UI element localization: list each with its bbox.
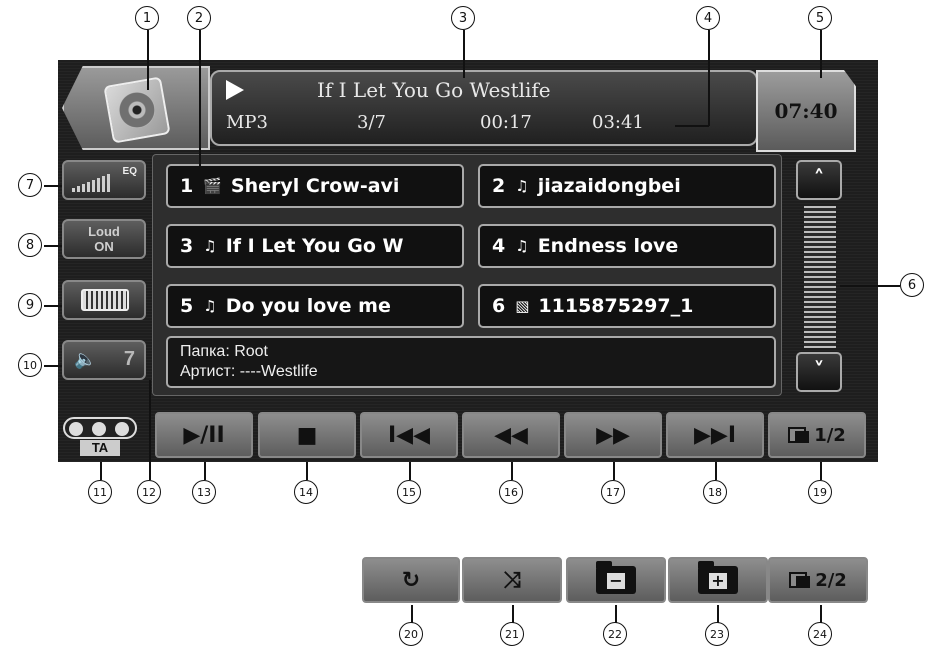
track-name: jiazaidongbei <box>537 175 681 197</box>
speaker-icon: 🔈 <box>74 349 97 370</box>
track-name: Do you love me <box>225 295 391 317</box>
callout-6: 6 <box>900 273 924 297</box>
callout-22: 22 <box>603 622 627 646</box>
clock-display[interactable]: 07:40 <box>756 70 856 152</box>
track-details: Папка: Root Артист: ----Westlife <box>166 336 776 388</box>
disc-icon <box>103 76 171 144</box>
eq-label: EQ <box>122 166 137 177</box>
callout-8: 8 <box>18 233 42 257</box>
pages-icon <box>788 427 810 443</box>
folder-minus-icon: − <box>596 561 636 594</box>
callout-9: 9 <box>18 293 42 317</box>
folder-info: Папка: Root <box>180 343 268 360</box>
now-playing-title: If I Let You Go Westlife <box>317 78 551 102</box>
volume-button[interactable]: 🔈 7 <box>62 340 146 380</box>
image-file-icon: ▧ <box>515 297 530 315</box>
loud-label: Loud <box>88 224 120 239</box>
next-track-button[interactable]: ▶▶I <box>666 412 764 458</box>
loudness-button[interactable]: Loud ON <box>62 219 146 259</box>
track-number: 4 <box>492 235 506 257</box>
source-cd-button[interactable] <box>62 66 210 150</box>
track-name: If I Let You Go W <box>225 235 404 257</box>
folder-up-button[interactable]: + <box>668 557 768 603</box>
callout-20: 20 <box>399 622 423 646</box>
total-time: 03:41 <box>592 112 644 133</box>
ta-indicator[interactable]: TA <box>60 414 142 458</box>
music-note-icon: ♫ <box>203 297 217 315</box>
callout-23: 23 <box>705 622 729 646</box>
folder-plus-icon: + <box>698 561 738 594</box>
music-note-icon: ♫ <box>203 237 217 255</box>
track-number: 2 <box>492 175 506 197</box>
ta-dots-icon <box>63 417 137 439</box>
callout-14: 14 <box>294 480 318 504</box>
repeat-icon: ↻ <box>401 567 421 593</box>
shuffle-button[interactable]: ⤨ <box>462 557 562 603</box>
track-number: 1 <box>180 175 194 197</box>
music-note-icon: ♫ <box>515 177 529 195</box>
track-number: 3 <box>180 235 194 257</box>
callout-15: 15 <box>397 480 421 504</box>
music-note-icon: ♫ <box>515 237 529 255</box>
track-item-5[interactable]: 5 ♫ Do you love me <box>166 284 464 328</box>
page-switch-button-2[interactable]: 2/2 <box>768 557 868 603</box>
ta-label: TA <box>80 440 120 456</box>
artist-info: Артист: ----Westlife <box>180 363 318 380</box>
callout-12: 12 <box>137 480 161 504</box>
page-switch-button[interactable]: 1/2 <box>768 412 866 458</box>
callout-4: 4 <box>696 6 720 30</box>
page-indicator: 1/2 <box>814 424 846 446</box>
callout-16: 16 <box>499 480 523 504</box>
track-name: 1115875297_1 <box>538 295 694 317</box>
stop-button[interactable]: ■ <box>258 412 356 458</box>
callout-7: 7 <box>18 173 42 197</box>
play-pause-button[interactable]: ▶/II <box>155 412 253 458</box>
track-item-1[interactable]: 1 🎬 Sheryl Crow-avi <box>166 164 464 208</box>
elapsed-time: 00:17 <box>480 112 532 133</box>
rewind-button[interactable]: ◀◀ <box>462 412 560 458</box>
track-name: Sheryl Crow-avi <box>230 175 400 197</box>
callout-24: 24 <box>808 622 832 646</box>
shuffle-icon: ⤨ <box>503 567 521 593</box>
repeat-button[interactable]: ↻ <box>362 557 460 603</box>
track-item-3[interactable]: 3 ♫ If I Let You Go W <box>166 224 464 268</box>
callout-5: 5 <box>808 6 832 30</box>
callout-21: 21 <box>500 622 524 646</box>
folder-down-button[interactable]: − <box>566 557 666 603</box>
callout-1: 1 <box>135 6 159 30</box>
callout-11: 11 <box>88 480 112 504</box>
fast-forward-button[interactable]: ▶▶ <box>564 412 662 458</box>
pages-icon <box>789 572 811 588</box>
eq-button[interactable]: EQ <box>62 160 146 200</box>
callout-10: 10 <box>18 353 42 377</box>
volume-level: 7 <box>123 348 135 370</box>
now-playing-panel: If I Let You Go Westlife MP3 3/7 00:17 0… <box>210 70 758 146</box>
callout-17: 17 <box>601 480 625 504</box>
video-file-icon: 🎬 <box>203 177 222 195</box>
callout-13: 13 <box>192 480 216 504</box>
track-name: Endness love <box>537 235 679 257</box>
play-status-icon <box>226 80 244 100</box>
scrollbar[interactable] <box>804 206 836 348</box>
callout-19: 19 <box>808 480 832 504</box>
track-number: 6 <box>492 295 506 317</box>
previous-track-button[interactable]: I◀◀ <box>360 412 458 458</box>
callout-18: 18 <box>703 480 727 504</box>
keyboard-button[interactable] <box>62 280 146 320</box>
eq-bars-icon <box>72 174 110 192</box>
callout-3: 3 <box>451 6 475 30</box>
scroll-down-button[interactable]: ˅ <box>796 352 842 392</box>
callout-2: 2 <box>187 6 211 30</box>
file-format: MP3 <box>226 112 268 133</box>
track-number: 5 <box>180 295 194 317</box>
track-item-4[interactable]: 4 ♫ Endness love <box>478 224 776 268</box>
track-item-6[interactable]: 6 ▧ 1115875297_1 <box>478 284 776 328</box>
page-indicator: 2/2 <box>815 569 847 591</box>
scroll-up-button[interactable]: ˄ <box>796 160 842 200</box>
loud-state: ON <box>94 239 114 254</box>
track-item-2[interactable]: 2 ♫ jiazaidongbei <box>478 164 776 208</box>
keyboard-icon <box>81 289 129 311</box>
track-position: 3/7 <box>357 112 386 133</box>
